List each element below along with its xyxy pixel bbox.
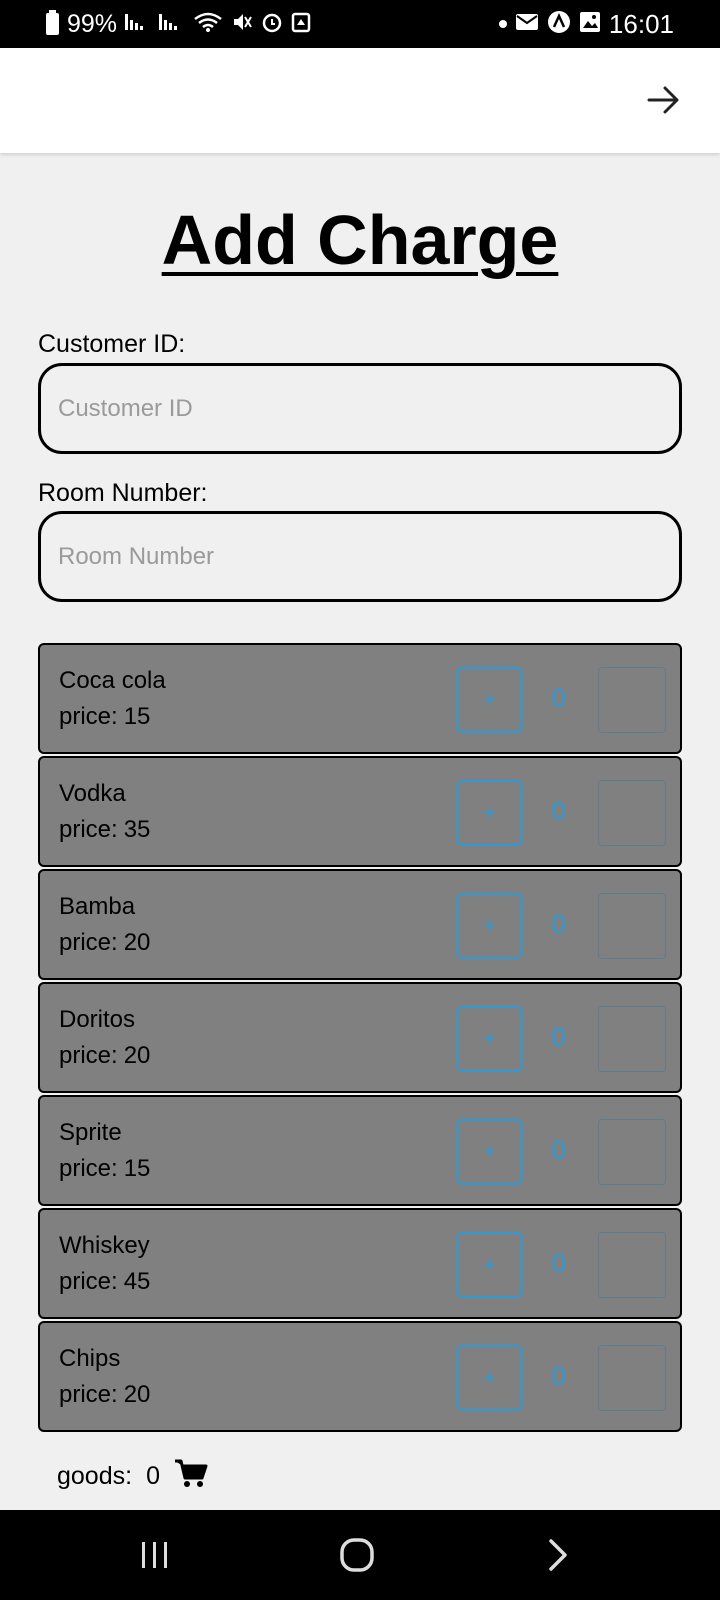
alarm-icon [261,11,283,37]
room-number-input[interactable] [38,511,682,602]
goods-summary: goods: 0 [57,1458,208,1495]
app-bar [0,48,720,153]
list-item: Whiskey price: 45 + 0 [38,1208,682,1319]
back-button[interactable] [528,1530,588,1580]
item-name: Sprite [59,1119,122,1146]
signal-2-icon [159,12,185,36]
wifi-icon [193,11,223,37]
item-name: Coca cola [59,667,166,694]
list-item: Sprite price: 15 + 0 [38,1095,682,1206]
item-price: price: 35 [59,816,151,843]
customer-id-label: Customer ID: [38,330,186,358]
item-quantity: 0 [552,909,567,939]
item-quantity: 0 [552,1022,567,1052]
decrement-button[interactable] [598,893,666,959]
item-quantity: 0 [552,1361,567,1391]
battery-icon [46,10,59,35]
recycle-icon [291,11,311,37]
increment-button[interactable]: + [457,1119,523,1185]
forward-arrow-button[interactable] [644,82,684,118]
cart-button[interactable] [174,1458,208,1495]
list-item: Bamba price: 20 + 0 [38,869,682,980]
item-name: Bamba [59,893,136,920]
decrement-button[interactable] [598,780,666,846]
room-number-label: Room Number: [38,479,208,507]
home-icon [340,1538,374,1572]
item-price: price: 45 [59,1268,151,1295]
item-name: Doritos [59,1006,136,1033]
recent-apps-button[interactable] [125,1530,185,1580]
system-nav-bar [0,1510,720,1600]
mail-icon [515,12,539,36]
goods-label: goods: [57,1462,133,1490]
increment-button[interactable]: + [457,1232,523,1298]
chevron-right-icon [549,1539,567,1571]
item-price: price: 20 [59,1381,151,1408]
item-price: price: 20 [59,929,151,956]
list-item: Doritos price: 20 + 0 [38,982,682,1093]
item-name: Vodka [59,780,126,807]
items-list: Coca cola price: 15 + 0 Vodka price: 35 + … [38,643,682,1434]
arrow-right-icon [647,86,679,114]
clock-time: 16:01 [608,8,674,39]
list-item: Vodka price: 35 + 0 [38,756,682,867]
item-price: price: 20 [59,1042,151,1069]
increment-button[interactable]: + [457,1345,523,1411]
increment-button[interactable]: + [457,780,523,846]
item-quantity: 0 [552,1248,567,1278]
item-name: Chips [59,1345,121,1372]
item-price: price: 15 [59,1155,151,1182]
status-right: 16:01 [498,8,674,40]
increment-button[interactable]: + [457,893,523,959]
home-button[interactable] [327,1530,387,1580]
item-quantity: 0 [552,683,567,713]
decrement-button[interactable] [598,1345,666,1411]
item-name: Whiskey [59,1232,150,1259]
notification-dot-icon [498,20,507,28]
list-item: Chips price: 20 + 0 [38,1321,682,1432]
increment-button[interactable]: + [457,667,523,733]
gallery-icon [579,11,601,37]
list-item: Coca cola price: 15 + 0 [38,643,682,754]
item-price: price: 15 [59,703,151,730]
mute-icon [231,11,253,37]
item-quantity: 0 [552,1135,567,1165]
app-a-icon [547,10,571,38]
battery-percent: 99% [67,9,118,38]
decrement-button[interactable] [598,1006,666,1072]
goods-count: 0 [146,1462,160,1490]
decrement-button[interactable] [598,1119,666,1185]
customer-id-input[interactable] [38,363,682,454]
shopping-cart-icon [174,1459,208,1487]
status-bar: 99% 16:01 [0,0,720,48]
decrement-button[interactable] [598,1232,666,1298]
recent-apps-icon [142,1542,167,1568]
item-quantity: 0 [552,796,567,826]
signal-icon [125,12,151,36]
increment-button[interactable]: + [457,1006,523,1072]
status-left: 99% [46,10,311,39]
decrement-button[interactable] [598,667,666,733]
page-title: Add Charge [161,201,559,279]
